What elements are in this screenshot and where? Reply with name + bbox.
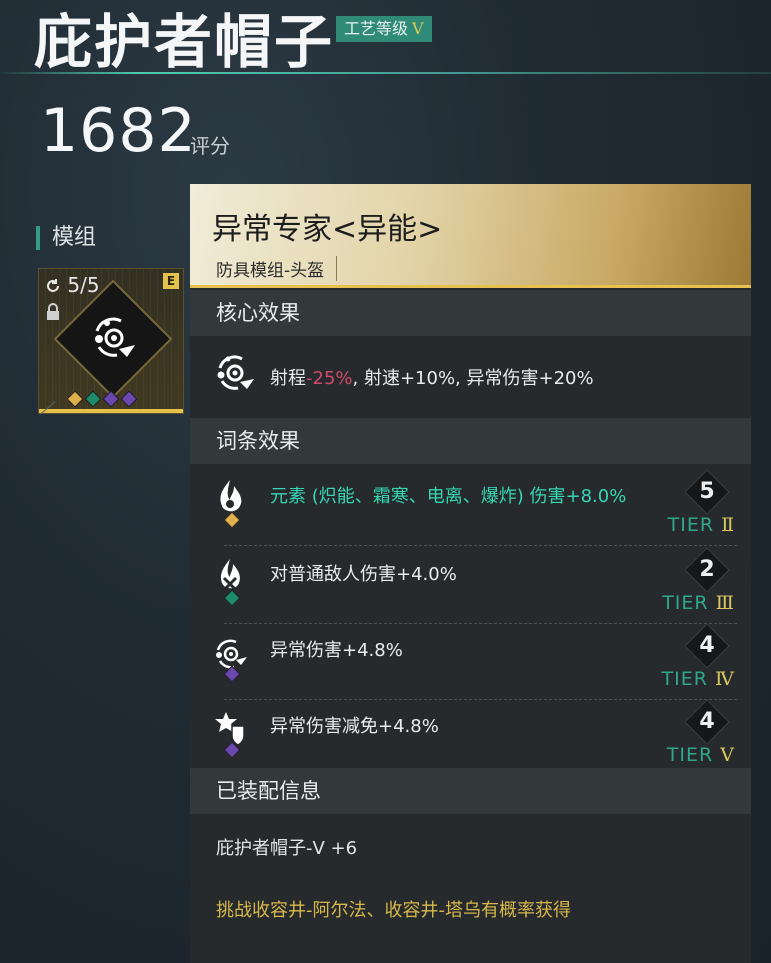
module-detail-panel: 异常专家<异能> 防具模组-头盔 核心效果 射程-25%, 射速+10%, 异常…	[190, 184, 751, 963]
equipped-item-name: 庇护者帽子-Ⅴ +6	[216, 838, 358, 859]
drop-source-text: 挑战收容井-阿尔法、收容井-塔乌有概率获得	[216, 900, 571, 921]
craft-level-label: 工艺等级	[344, 19, 409, 38]
core-effect-negative: -25%	[306, 368, 353, 389]
affix-effect-header: 词条效果	[190, 418, 751, 464]
level-number: 4	[699, 633, 715, 658]
affix-level: 4	[684, 699, 730, 745]
level-number: 5	[699, 479, 715, 504]
level-number: 2	[699, 557, 715, 582]
craft-level-badge: 工艺等级 V	[336, 16, 432, 42]
affix-row: 对普通敌人伤害+4.0% 2 TIER Ⅲ	[190, 547, 751, 624]
tier-label: TIER	[666, 744, 714, 766]
tier-label: TIER	[662, 592, 709, 614]
core-effect-text: 射程-25%, 射速+10%, 异常伤害+20%	[270, 364, 594, 390]
module-count: 5/5	[45, 273, 100, 297]
affix-text: 元素 (炽能、霜寒、电离、爆炸) 伤害+8.0%	[270, 486, 627, 507]
anomaly-icon	[217, 355, 254, 390]
module-card[interactable]: 5/5 E	[38, 268, 184, 414]
tier-roman: Ⅴ	[720, 744, 735, 766]
affix-tier: TIER Ⅱ	[668, 514, 735, 536]
affix-row: 元素 (炽能、霜寒、电离、爆炸) 伤害+8.0% 5 TIER Ⅱ	[190, 469, 751, 546]
anomaly-module-icon	[95, 317, 135, 357]
tier-roman: Ⅱ	[721, 514, 735, 536]
tier-roman: Ⅳ	[715, 668, 735, 690]
affix-tier: TIER Ⅴ	[667, 744, 735, 766]
affix-row: 异常伤害减免+4.8% 4 TIER Ⅴ	[190, 699, 751, 776]
gem-purple	[102, 390, 120, 408]
craft-level-tier: V	[412, 19, 424, 38]
tier-label: TIER	[667, 514, 715, 536]
affix-level: 4	[684, 623, 730, 669]
module-type: 防具模组-头盔	[216, 256, 338, 281]
rank-badge: E	[163, 273, 179, 289]
affix-row: 异常伤害+4.8% 4 TIER Ⅳ	[190, 623, 751, 700]
affix-tier: TIER Ⅳ	[662, 668, 735, 690]
core-effect-row: 射程-25%, 射速+10%, 异常伤害+20%	[190, 336, 751, 416]
core-effect-header: 核心效果	[190, 290, 751, 336]
affix-text: 异常伤害减免+4.8%	[270, 716, 439, 737]
gem-purple	[120, 390, 138, 408]
refresh-icon	[47, 279, 59, 292]
affix-level: 2	[684, 547, 730, 593]
item-title: 庇护者帽子	[34, 8, 335, 76]
tier-roman: Ⅲ	[715, 592, 735, 614]
affix-tier: TIER Ⅲ	[662, 592, 735, 614]
card-rarity-bar	[39, 409, 183, 413]
module-count-value: 5/5	[67, 273, 100, 297]
level-number: 4	[699, 709, 715, 734]
affix-level: 5	[684, 469, 730, 515]
affix-text: 对普通敌人伤害+4.0%	[270, 564, 457, 585]
module-gems	[66, 390, 138, 408]
score-value: 1682	[40, 96, 197, 166]
panel-header: 异常专家<异能> 防具模组-头盔	[190, 184, 751, 288]
gem-gold	[66, 390, 84, 408]
equipped-info-header: 已装配信息	[190, 768, 751, 814]
modules-label: 模组	[36, 226, 96, 250]
lock-icon[interactable]	[45, 303, 61, 321]
core-effect-rest: , 射速+10%, 异常伤害+20%	[352, 368, 594, 389]
header-divider	[0, 72, 771, 74]
tier-label: TIER	[661, 668, 708, 690]
row-divider	[224, 545, 737, 546]
core-effect-prefix: 射程	[270, 368, 306, 389]
header-goldline	[190, 285, 751, 288]
score-unit: 评分	[190, 134, 230, 158]
gem-green	[84, 390, 102, 408]
affix-text: 异常伤害+4.8%	[270, 640, 403, 661]
module-name: 异常专家<异能>	[212, 212, 443, 247]
